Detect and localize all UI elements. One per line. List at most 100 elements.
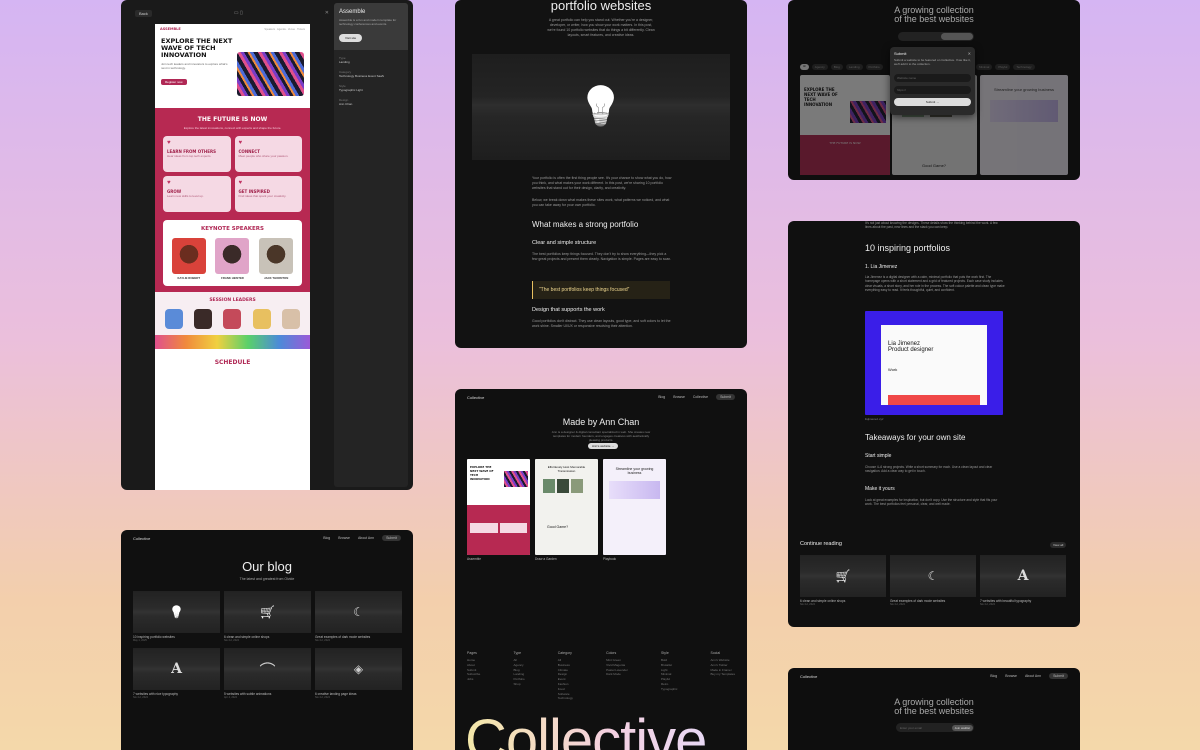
post-heading: 10 inspiring portfolios bbox=[865, 243, 951, 253]
cart-icon: 🛒 bbox=[835, 569, 851, 583]
article-card[interactable]: portfolio websites A great portfolio can… bbox=[455, 0, 747, 348]
session-title: SESSION LEADERS bbox=[209, 298, 256, 303]
brand-logo[interactable]: Collective bbox=[133, 536, 150, 541]
heart-icon: ♥ bbox=[238, 180, 243, 186]
heart-icon: ♥ bbox=[167, 180, 171, 186]
email-input[interactable]: Enter your email Join waitlist bbox=[896, 723, 974, 732]
details-panel: Assemble Assemble is a fun and modern te… bbox=[334, 3, 408, 487]
hero-title: EXPLORE THE NEXT WAVE OF TECH INNOVATION bbox=[161, 37, 233, 59]
footer-col-style: Style Bold Brutalist Light Minimal Playful Ret… bbox=[660, 651, 678, 691]
site-brand: ASSEMBLE bbox=[160, 27, 181, 31]
nav-link[interactable]: Blog bbox=[990, 674, 997, 678]
nav-link[interactable]: Browse bbox=[338, 536, 350, 540]
article-title: portfolio websites bbox=[550, 0, 652, 13]
visit-site-button[interactable]: Visit site bbox=[339, 34, 363, 42]
speaker: JACK THORNTON bbox=[259, 238, 294, 280]
cart-icon: 🛒 bbox=[260, 605, 275, 619]
read-card[interactable]: A 7 websites with beautiful typography No… bbox=[980, 555, 1066, 606]
filter-bar-right: Minimal Playful Technology bbox=[976, 64, 1035, 70]
continue-reading-heading: Continue reading bbox=[800, 541, 842, 547]
future-section: THE FUTURE IS NOW Explore the latest inn… bbox=[155, 108, 310, 292]
feature-card: ♥ GROW Learn new skills to level up. bbox=[163, 176, 231, 212]
submit-button[interactable]: Submit → bbox=[894, 98, 971, 106]
nav-link[interactable]: Blog bbox=[658, 395, 665, 399]
lightbulb-icon: 💡 bbox=[577, 86, 625, 128]
feature-card: ♥ CONNECT Meet people who share your passi… bbox=[234, 136, 302, 172]
footer-columns: Pages Home About Submit Subscribe Jobs Type Al… bbox=[467, 651, 735, 701]
pull-quote: “The best portfolios keep things focused… bbox=[532, 281, 670, 299]
close-icon[interactable]: ✕ bbox=[325, 10, 329, 16]
nav-link[interactable]: Browse bbox=[673, 395, 685, 399]
heart-icon: ♥ bbox=[167, 140, 171, 146]
site-preview: ASSEMBLE Speakers · Agenda · Venue · Tic… bbox=[155, 24, 310, 490]
template-card[interactable]: EXPLORE THE NEXT WAVE OF TECH INNOVATION… bbox=[467, 459, 530, 561]
moon-icon: ☾ bbox=[927, 569, 939, 583]
blog-post-card[interactable]: 💡 10 inspiring portfolio websites May 1, 2… bbox=[133, 591, 220, 642]
blog-post-card[interactable]: ⌒ 5 websites with subtle animations Apr 4,… bbox=[224, 648, 311, 699]
close-icon[interactable]: ✕ bbox=[968, 51, 971, 56]
takeaways-heading: Takeaways for your own site bbox=[865, 433, 966, 442]
designer-website-button[interactable]: Ann's website → bbox=[588, 443, 619, 449]
letter-a-icon: A bbox=[171, 661, 182, 677]
submit-nav-button[interactable]: Submit bbox=[1049, 673, 1068, 679]
footer-col-colors: Colors Mint Green Vivid Magenta Pastel Lave… bbox=[606, 651, 628, 677]
nav-link[interactable]: About Ann bbox=[1025, 674, 1041, 678]
footer-col-category: Category All Business Climate Design Event Fas… bbox=[557, 651, 573, 701]
rainbow-icon: ⌒ bbox=[259, 663, 276, 680]
template-card[interactable]: Effortlessly Host Memorable Transmission… bbox=[535, 459, 598, 561]
nav-link[interactable]: Collective bbox=[693, 395, 708, 399]
template-card[interactable]: Streamline your growing business Playboo… bbox=[603, 459, 666, 561]
nav-link[interactable]: Browse bbox=[1005, 674, 1017, 678]
blog-post-card[interactable]: 🛒 6 clean and simple online shops Nov 12, … bbox=[224, 591, 311, 642]
website-url-input[interactable]: https:// bbox=[894, 86, 971, 94]
moon-icon: ☾ bbox=[353, 605, 364, 619]
brand-logo[interactable]: Collective bbox=[467, 395, 484, 400]
blog-card[interactable]: Collective Blog Browse About Ann Submit … bbox=[121, 530, 413, 750]
email-field[interactable] bbox=[898, 32, 974, 41]
view-all-button[interactable]: View all bbox=[1050, 542, 1067, 548]
submit-nav-button[interactable]: Submit bbox=[716, 394, 735, 400]
nav-link[interactable]: Blog bbox=[323, 536, 330, 540]
footer-col-social: Social Ann's Website Ann's Twitter Made in … bbox=[710, 651, 735, 677]
inspiring-card[interactable]: It's not just about knowing the designs.… bbox=[788, 221, 1080, 627]
submit-modal[interactable]: Submit ✕ Submit a website to be featured… bbox=[890, 47, 975, 115]
footer-wordmark: Collective bbox=[465, 707, 707, 750]
register-button[interactable]: Register now bbox=[161, 79, 187, 86]
hero-image: 💡 bbox=[472, 54, 730, 160]
letter-a-icon: A bbox=[1017, 568, 1029, 584]
designer-title: Made by Ann Chan bbox=[562, 417, 640, 427]
keynote-title: KEYNOTE SPEAKERS bbox=[201, 226, 264, 232]
back-button[interactable]: Back bbox=[135, 9, 152, 17]
join-waitlist-button[interactable]: Join waitlist bbox=[951, 724, 973, 731]
blog-post-card[interactable]: A7 websites with nice typography Nov 12, … bbox=[133, 648, 220, 699]
keynote-section: KEYNOTE SPEAKERS KAYLIE ROBERT FRANK HEI… bbox=[163, 220, 302, 286]
collection-card[interactable]: Collective Blog Browse About Ann Submit … bbox=[788, 668, 1080, 750]
portfolio-screenshot: Lia Jimenez Product designer Work bbox=[865, 311, 1003, 415]
blog-post-card[interactable]: ◈ 6 creative landing page ideas Nov 12, 20… bbox=[315, 648, 402, 699]
schedule-title: SCHEDULE bbox=[214, 359, 251, 366]
future-title: THE FUTURE IS NOW bbox=[197, 116, 268, 123]
blog-title: Our blog bbox=[242, 559, 292, 574]
brand-logo[interactable]: Collective bbox=[800, 674, 817, 679]
blog-post-card[interactable]: ☾ Great examples of dark mode websites Nov… bbox=[315, 591, 402, 642]
nav-link[interactable]: About Ann bbox=[358, 536, 374, 540]
sub-heading: Clear and simple structure bbox=[532, 240, 597, 246]
submit-nav-button[interactable]: Submit bbox=[382, 535, 401, 541]
rainbow-bar bbox=[155, 335, 310, 349]
device-toggle-icon[interactable]: ▭ ▯ bbox=[234, 10, 243, 16]
read-card[interactable]: ☾ Great examples of dark mode websites No… bbox=[890, 555, 976, 606]
feature-card: ♥ GET INSPIRED Find ideas that spark your … bbox=[234, 176, 302, 212]
speaker: FRANK HEISTER bbox=[215, 238, 250, 280]
filter-bar: All Agency Blog Landing Portfolio bbox=[800, 64, 883, 70]
preview-toolbar: Back ▭ ▯ ✕ bbox=[135, 8, 329, 18]
hero-art bbox=[237, 52, 304, 96]
made-by-card[interactable]: Collective Blog Browse Collective Submit… bbox=[455, 389, 747, 750]
assemble-card[interactable]: Back ▭ ▯ ✕ ASSEMBLE Speakers · Agenda · … bbox=[121, 0, 413, 490]
session-section: SESSION LEADERS bbox=[155, 292, 310, 335]
modal-title: Submit bbox=[894, 51, 907, 56]
collection-modal-card[interactable]: A growing collection of the best website… bbox=[788, 0, 1080, 180]
read-card[interactable]: 🛒 6 clean and simple online shops Nov 12,… bbox=[800, 555, 886, 606]
footer-col-type: Type All Agency Blog Landing Portfolio Shop bbox=[513, 651, 525, 686]
website-name-input[interactable]: Website name bbox=[894, 74, 971, 82]
image-icon: ◈ bbox=[353, 662, 364, 676]
